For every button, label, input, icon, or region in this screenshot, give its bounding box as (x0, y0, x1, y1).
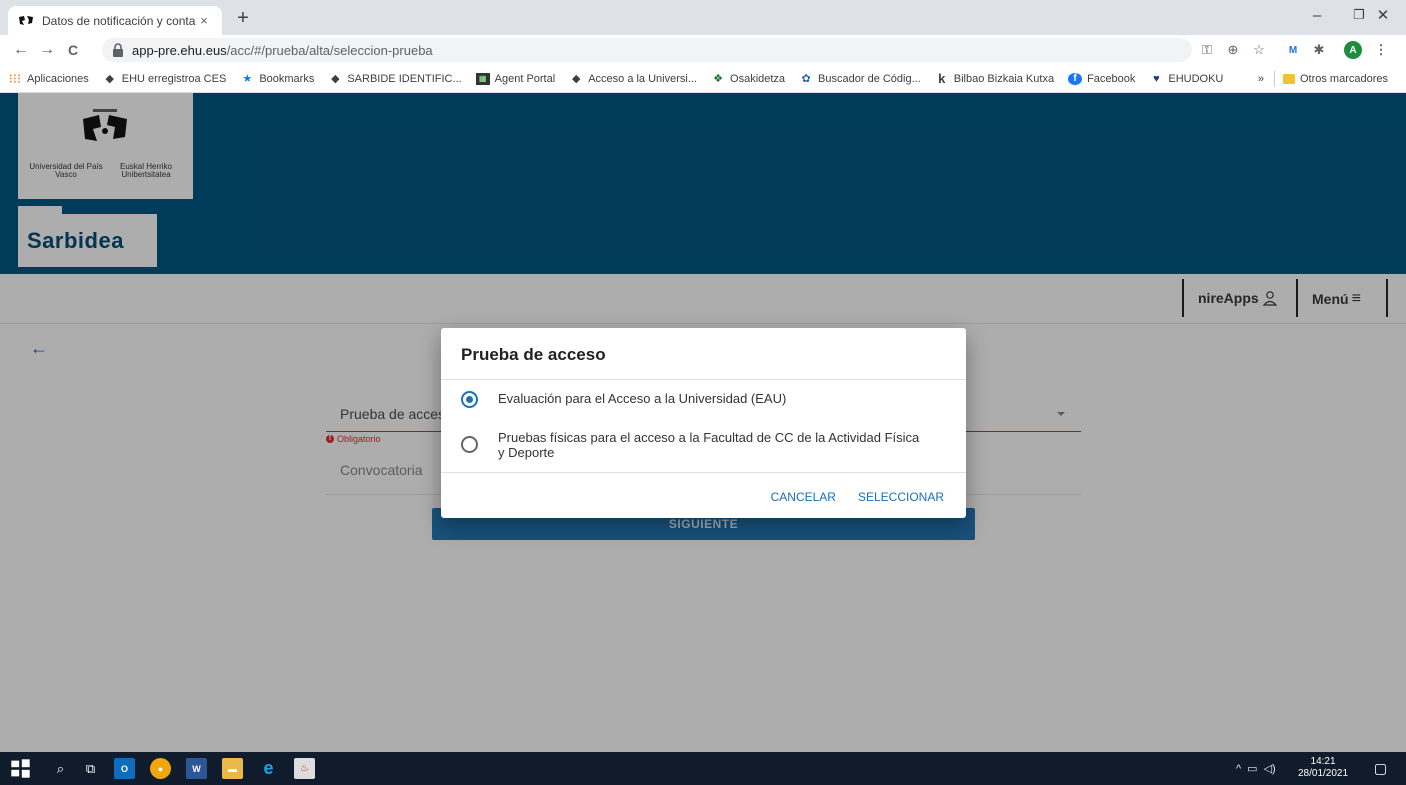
bookmark-item[interactable]: ★ Bookmarks (240, 72, 315, 86)
ehu-icon: ◆ (331, 73, 340, 85)
install-app-icon[interactable]: ⊕ (1224, 41, 1242, 59)
dialog-actions: CANCELAR SELECCIONAR (771, 490, 944, 504)
back-arrow-icon[interactable]: ← (10, 39, 32, 61)
bookmark-label: Buscador de Códig... (818, 72, 921, 85)
internet-explorer-icon[interactable]: e (258, 758, 279, 779)
clock-time: 14:21 (1310, 756, 1336, 767)
dialog-title: Prueba de acceso (461, 345, 606, 364)
portal-icon: ▦ (475, 72, 490, 85)
forward-arrow-icon[interactable]: → (36, 39, 58, 61)
tab-title: Datos de notificación y contacto (42, 13, 196, 28)
puzzle-extensions-icon[interactable]: ✱ (1310, 41, 1328, 59)
lock-icon (113, 43, 123, 57)
divider (441, 472, 966, 473)
kutxa-icon: k (938, 71, 946, 86)
folder-icon (1282, 74, 1295, 84)
java-icon[interactable]: ♨ (294, 758, 315, 779)
reload-icon[interactable]: C (62, 39, 84, 61)
bookmark-item[interactable]: ▦ Agent Portal (475, 72, 556, 85)
bookmark-item[interactable]: ◆ SARBIDE IDENTIFIC... (328, 72, 462, 86)
file-explorer-icon[interactable]: ▬ (222, 758, 243, 779)
apps-grid-icon: ⁝⁝⁝ (8, 70, 22, 86)
search-code-icon: ✿ (801, 73, 811, 85)
bookmark-item[interactable]: ◆ Acceso a la Universi... (569, 72, 698, 86)
tray-chevron-icon[interactable]: ^ (1236, 763, 1241, 775)
url-host: app-pre.ehu.eus (132, 42, 227, 58)
other-bookmarks[interactable]: Otros marcadores (1300, 73, 1388, 85)
network-icon[interactable]: ▭ (1247, 762, 1257, 775)
profile-avatar-icon[interactable]: A (1344, 41, 1362, 59)
star-icon: ★ (242, 73, 253, 85)
bookmark-label: Agent Portal (494, 72, 556, 85)
bookmark-item[interactable]: ⁝⁝⁝ Aplicaciones (8, 70, 89, 86)
bookmark-star-icon[interactable]: ☆ (1250, 41, 1268, 59)
browser-toolbar: ← → C app-pre.ehu.eus/acc/#/prueba/alta/… (0, 35, 1406, 65)
bookmark-label: EHU erregistroa CES (121, 72, 227, 85)
browser-tab[interactable]: Datos de notificación y contacto × (8, 6, 222, 35)
bookmark-label: Bilbao Bizkaia Kutxa (953, 72, 1055, 85)
bookmark-item[interactable]: ✿ Buscador de Códig... (799, 72, 921, 86)
option-eau[interactable]: Evaluación para el Acceso a la Universid… (461, 391, 928, 408)
windows-start-icon[interactable] (10, 758, 31, 779)
bookmark-label: EHUDOKU (1168, 72, 1224, 85)
bookmarks-overflow-button[interactable]: » (1258, 73, 1264, 85)
url-path: /acc/#/prueba/alta/seleccion-prueba (226, 42, 433, 58)
clock[interactable]: 14:21 28/01/2021 (1298, 756, 1348, 780)
cancel-button[interactable]: CANCELAR (771, 490, 836, 504)
radio-selected-icon[interactable] (461, 391, 478, 408)
bookmark-item[interactable]: ◆ EHU erregistroa CES (103, 72, 227, 86)
bookmark-label: Osakidetza (730, 72, 786, 85)
ehu-icon: ◆ (571, 73, 581, 85)
prueba-acceso-dialog: Prueba de acceso Evaluación para el Acce… (441, 328, 966, 518)
system-tray: ^ ▭ ◁) (1236, 752, 1276, 785)
bookmark-label: Bookmarks (259, 72, 315, 85)
bookmark-label: Aplicaciones (27, 72, 89, 85)
tab-strip: Datos de notificación y contacto × + – ❐… (0, 0, 1406, 35)
bookmark-label: Facebook (1087, 72, 1136, 85)
facebook-icon: f (1068, 72, 1083, 85)
bookmark-label: SARBIDE IDENTIFIC... (347, 72, 462, 85)
bookmark-item[interactable]: f Facebook (1068, 72, 1136, 85)
windows-taskbar: ⌕ ⧉ O ● W ▬ e ♨ ^ ▭ ◁) 14:21 28/01/2021 … (0, 752, 1406, 785)
bookmarks-right: » Otros marcadores (1258, 65, 1388, 93)
bookmark-item[interactable]: k Bilbao Bizkaia Kutxa (935, 71, 1055, 86)
extension-icon[interactable]: M (1284, 41, 1302, 59)
ehu-favicon-icon (19, 15, 33, 25)
bookmark-item[interactable]: ♥ EHUDOKU (1149, 73, 1223, 85)
select-button[interactable]: SELECCIONAR (858, 490, 944, 504)
kebab-menu-icon[interactable]: ⋮ (1372, 41, 1390, 59)
osakidetza-icon: ❖ (713, 73, 723, 85)
minimize-icon[interactable]: – (1296, 0, 1338, 30)
notifications-icon[interactable]: ▢ (1370, 758, 1391, 779)
word-icon[interactable]: W (186, 758, 207, 779)
bookmark-label: Acceso a la Universi... (588, 72, 698, 85)
ehudoku-icon: ♥ (1153, 72, 1160, 85)
clock-date: 28/01/2021 (1298, 768, 1349, 779)
address-bar[interactable]: app-pre.ehu.eus/acc/#/prueba/alta/selecc… (102, 38, 1192, 62)
new-tab-button[interactable]: + (232, 7, 254, 30)
bookmarks-bar: ⁝⁝⁝ Aplicaciones ◆ EHU erregistroa CES ★… (0, 65, 1406, 93)
close-window-icon[interactable]: ✕ (1362, 0, 1404, 30)
task-view-icon[interactable]: ⧉ (80, 758, 101, 779)
close-tab-icon[interactable]: × (196, 13, 212, 28)
password-key-icon[interactable]: ⚿ (1198, 41, 1216, 59)
divider (1273, 71, 1275, 87)
outlook-icon[interactable]: O (114, 758, 135, 779)
divider (441, 379, 966, 380)
ehu-icon: ◆ (105, 73, 114, 85)
volume-icon[interactable]: ◁) (1264, 762, 1276, 775)
option-label: Pruebas físicas para el acceso a la Facu… (498, 430, 920, 460)
option-label: Evaluación para el Acceso a la Universid… (498, 391, 787, 406)
option-pruebas-fisicas[interactable]: Pruebas físicas para el acceso a la Facu… (461, 430, 928, 460)
bookmark-item[interactable]: ❖ Osakidetza (711, 72, 786, 86)
chrome-icon[interactable]: ● (150, 758, 171, 779)
radio-unselected-icon[interactable] (461, 436, 478, 453)
search-icon[interactable]: ⌕ (50, 758, 71, 779)
